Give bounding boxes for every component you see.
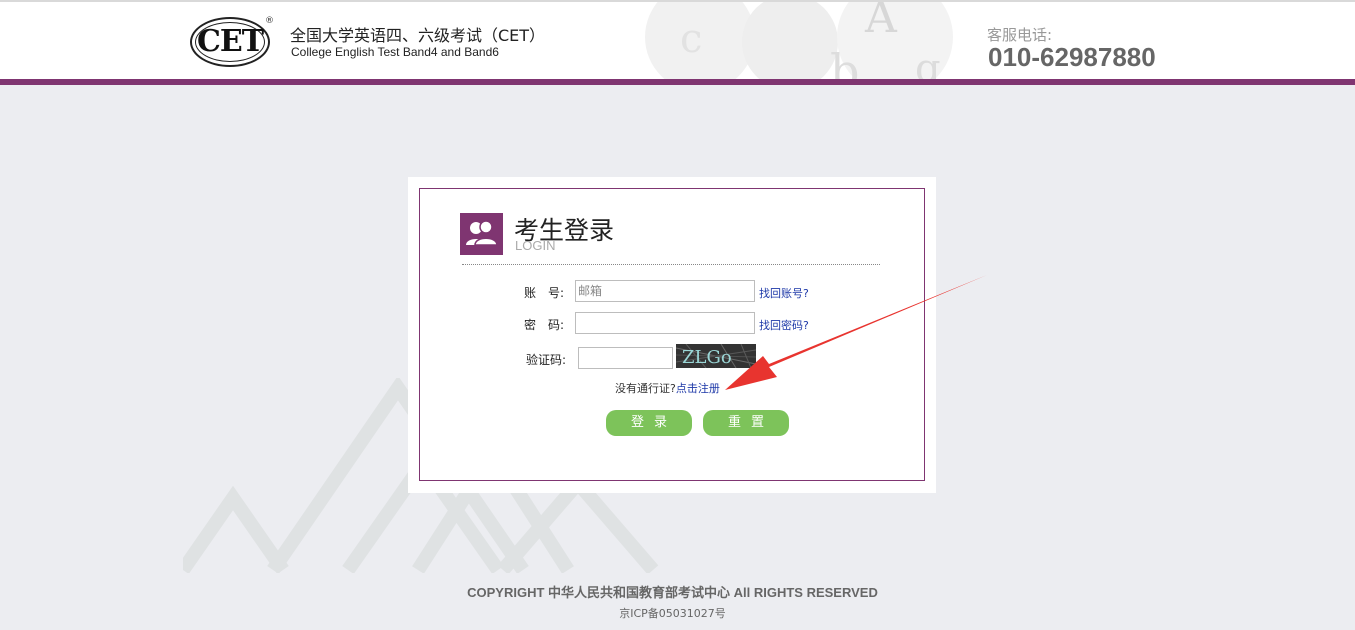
- login-subtitle: LOGIN: [515, 238, 556, 253]
- svg-text:c: c: [680, 16, 702, 62]
- icp-number: 京ICP备05031027号: [619, 607, 726, 620]
- svg-text:g: g: [915, 46, 941, 79]
- password-label: 密 码:: [524, 318, 565, 332]
- header-decoration: c b A g: [645, 2, 953, 79]
- login-button[interactable]: 登录: [606, 410, 692, 436]
- register-line: 没有通行证?点击注册: [615, 380, 720, 396]
- register-link[interactable]: 点击注册: [676, 382, 720, 395]
- cet-logo-text: CET: [196, 24, 264, 59]
- header-accent-bar: [0, 79, 1355, 85]
- captcha-label: 验证码:: [526, 353, 567, 367]
- site-title: 全国大学英语四、六级考试（CET）: [290, 26, 546, 45]
- register-prompt: 没有通行证?: [615, 382, 676, 395]
- account-label: 账 号:: [524, 286, 565, 300]
- svg-text:A: A: [864, 2, 898, 43]
- site-subtitle: College English Test Band4 and Band6: [291, 45, 499, 59]
- users-icon: [460, 213, 503, 255]
- registered-mark: ®: [265, 16, 274, 26]
- svg-text:b: b: [830, 44, 859, 79]
- title-divider: [462, 264, 880, 265]
- site-header: c b A g CET ® 全国大学英语四、六级考试（CET） College …: [0, 2, 1355, 79]
- hotline-number: 010-62987880: [988, 42, 1156, 72]
- copyright: COPYRIGHT 中华人民共和国教育部考试中心 All RIGHTS RESE…: [467, 585, 878, 600]
- captcha-input[interactable]: [578, 347, 673, 369]
- red-arrow-annotation: [725, 275, 987, 390]
- reset-button[interactable]: 重置: [703, 410, 789, 436]
